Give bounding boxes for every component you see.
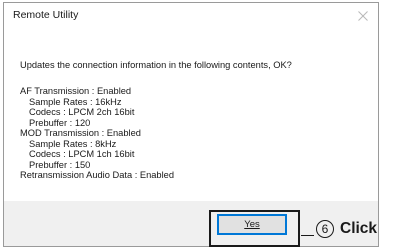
detail-line: Codecs : LPCM 2ch 16bit (29, 107, 135, 117)
step-number-badge: 6 (316, 220, 334, 238)
detail-line: Prebuffer : 120 (29, 117, 91, 128)
window-title: Remote Utility (13, 9, 79, 21)
confirmation-message: Updates the connection information in th… (20, 60, 292, 70)
detail-line: MOD Transmission : Enabled (20, 128, 141, 138)
detail-line: Codecs : LPCM 1ch 16bit (29, 149, 135, 159)
step-instruction: Click (340, 220, 378, 237)
yes-button-highlight (209, 210, 300, 247)
close-button[interactable] (348, 3, 378, 29)
detail-line: Prebuffer : 150 (29, 159, 91, 170)
step-callout: 6 Click (316, 220, 377, 238)
close-icon (358, 11, 368, 21)
details-list: AF Transmission : Enabled Sample Rates :… (20, 86, 174, 181)
detail-line: AF Transmission : Enabled (20, 86, 132, 96)
detail-line: Sample Rates : 16kHz (29, 96, 122, 107)
dialog-content: Updates the connection information in th… (4, 33, 378, 201)
detail-line: Retransmission Audio Data : Enabled (20, 170, 175, 180)
detail-line: Sample Rates : 8kHz (29, 138, 117, 149)
confirmation-dialog: Remote Utility Updates the connection in… (3, 2, 379, 247)
callout-leader-line (301, 235, 314, 236)
title-bar: Remote Utility (4, 3, 378, 33)
